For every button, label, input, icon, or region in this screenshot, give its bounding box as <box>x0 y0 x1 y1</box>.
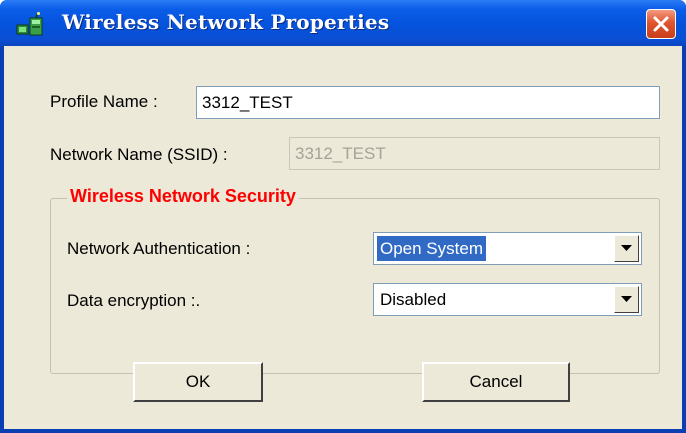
title-bar[interactable]: Wireless Network Properties <box>0 0 686 46</box>
chevron-down-icon <box>621 245 632 251</box>
security-groupbox: Wireless Network Security Network Authen… <box>50 186 660 374</box>
ssid-label: Network Name (SSID) : <box>50 145 228 164</box>
close-button[interactable] <box>646 9 676 39</box>
ssid-input: 3312_TEST <box>289 137 660 170</box>
authentication-value: Open System <box>376 235 487 262</box>
chevron-down-icon <box>621 296 632 302</box>
authentication-dropdown-arrow[interactable] <box>614 235 639 262</box>
wireless-network-icon <box>16 12 46 38</box>
encryption-dropdown[interactable]: Disabled <box>373 283 642 316</box>
close-icon <box>653 16 669 32</box>
encryption-label: Data encryption :. <box>67 291 201 310</box>
cancel-button[interactable]: Cancel <box>422 362 570 402</box>
profile-name-input[interactable]: 3312_TEST <box>196 86 660 119</box>
dialog-window: Wireless Network Properties Profile Name… <box>0 0 686 433</box>
security-group-title: Wireless Network Security <box>67 186 299 207</box>
dialog-client-area: Profile Name : 3312_TEST Network Name (S… <box>4 46 682 429</box>
authentication-label: Network Authentication : <box>67 239 251 258</box>
profile-name-label: Profile Name : <box>50 92 158 111</box>
ok-button[interactable]: OK <box>133 362 263 402</box>
encryption-dropdown-arrow[interactable] <box>614 286 639 313</box>
authentication-dropdown[interactable]: Open System <box>373 232 642 265</box>
encryption-value: Disabled <box>380 290 447 309</box>
window-title: Wireless Network Properties <box>62 10 390 34</box>
